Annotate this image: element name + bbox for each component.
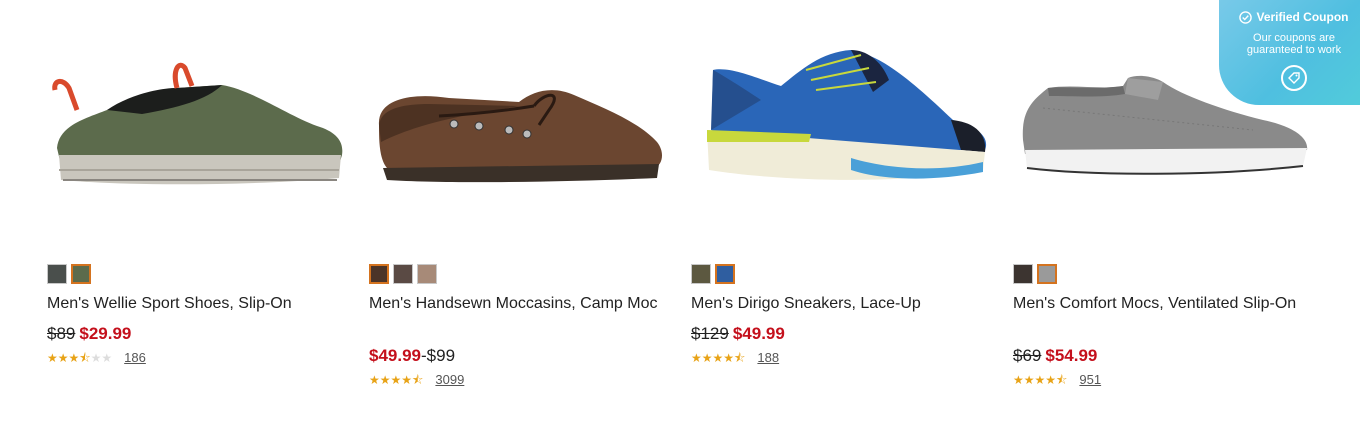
original-price: $69 [1013, 346, 1042, 365]
review-count-link[interactable]: 188 [757, 351, 779, 365]
color-swatch[interactable] [1013, 264, 1033, 284]
star-rating: ★★★⯪★★ [47, 351, 113, 365]
product-image-wellie-sport-shoe[interactable] [47, 30, 347, 210]
product-name[interactable]: Men's Wellie Sport Shoes, Slip-On [47, 292, 347, 315]
sale-price: $54.99 [1045, 346, 1098, 365]
sale-price: $49.99 [369, 346, 421, 365]
coupon-subtitle-line2: guaranteed to work [1246, 44, 1342, 56]
star-rating: ★★★★⯪ [691, 351, 746, 365]
sale-price: $49.99 [732, 324, 785, 343]
product-card: Men's Dirigo Sneakers, Lace-Up $129 $49.9… [691, 0, 991, 423]
product-rating: ★★★★⯪ 951 [1013, 373, 1101, 388]
product-card: Men's Handsewn Moccasins, Camp Moc $49.9… [369, 0, 669, 423]
verified-coupon-badge[interactable]: Verified Coupon Our coupons are guarante… [1219, 0, 1360, 105]
color-swatches [47, 264, 91, 286]
coupon-subtitle-line1: Our coupons are [1253, 32, 1335, 44]
color-swatch-selected[interactable] [71, 264, 91, 284]
coupon-content: Verified Coupon Our coupons are guarante… [1219, 0, 1360, 91]
product-card: Men's Wellie Sport Shoes, Slip-On $89 $29… [47, 0, 347, 423]
product-rating: ★★★★⯪ 3099 [369, 373, 464, 388]
coupon-title-text: Verified Coupon [1256, 10, 1349, 24]
color-swatch[interactable] [417, 264, 437, 284]
product-name[interactable]: Men's Dirigo Sneakers, Lace-Up [691, 292, 991, 315]
product-price: $49.99-$99 [369, 345, 455, 367]
color-swatches [691, 264, 735, 286]
product-name[interactable]: Men's Handsewn Moccasins, Camp Moc [369, 292, 669, 315]
product-price: $129 $49.99 [691, 323, 785, 345]
product-price: $69 $54.99 [1013, 345, 1097, 367]
original-price: $129 [691, 324, 729, 343]
original-price: $89 [47, 324, 76, 343]
coupon-subtitle: Our coupons are guaranteed to work [1219, 32, 1360, 56]
price-max: $99 [426, 346, 456, 365]
review-count-link[interactable]: 186 [124, 351, 146, 365]
color-swatch-selected[interactable] [369, 264, 389, 284]
color-swatch-selected[interactable] [715, 264, 735, 284]
color-swatch-selected[interactable] [1037, 264, 1057, 284]
sale-price: $29.99 [79, 324, 132, 343]
product-rating: ★★★⯪★★ 186 [47, 351, 146, 366]
star-rating: ★★★★⯪ [369, 373, 424, 387]
check-circle-icon [1239, 10, 1253, 24]
product-grid: Men's Wellie Sport Shoes, Slip-On $89 $29… [47, 0, 1337, 423]
color-swatches [1013, 264, 1057, 286]
color-swatches [369, 264, 437, 286]
coupon-title: Verified Coupon [1219, 10, 1360, 24]
product-price: $89 $29.99 [47, 323, 131, 345]
product-name[interactable]: Men's Comfort Mocs, Ventilated Slip-On [1013, 292, 1313, 315]
review-count-link[interactable]: 951 [1079, 373, 1101, 387]
color-swatch[interactable] [393, 264, 413, 284]
product-image-dirigo-sneaker[interactable] [691, 30, 991, 210]
product-rating: ★★★★⯪ 188 [691, 351, 779, 366]
product-image-camp-moc[interactable] [369, 30, 669, 210]
coupon-tag-icon [1281, 65, 1307, 91]
color-swatch[interactable] [691, 264, 711, 284]
star-rating: ★★★★⯪ [1013, 373, 1068, 387]
color-swatch[interactable] [47, 264, 67, 284]
review-count-link[interactable]: 3099 [435, 373, 464, 387]
